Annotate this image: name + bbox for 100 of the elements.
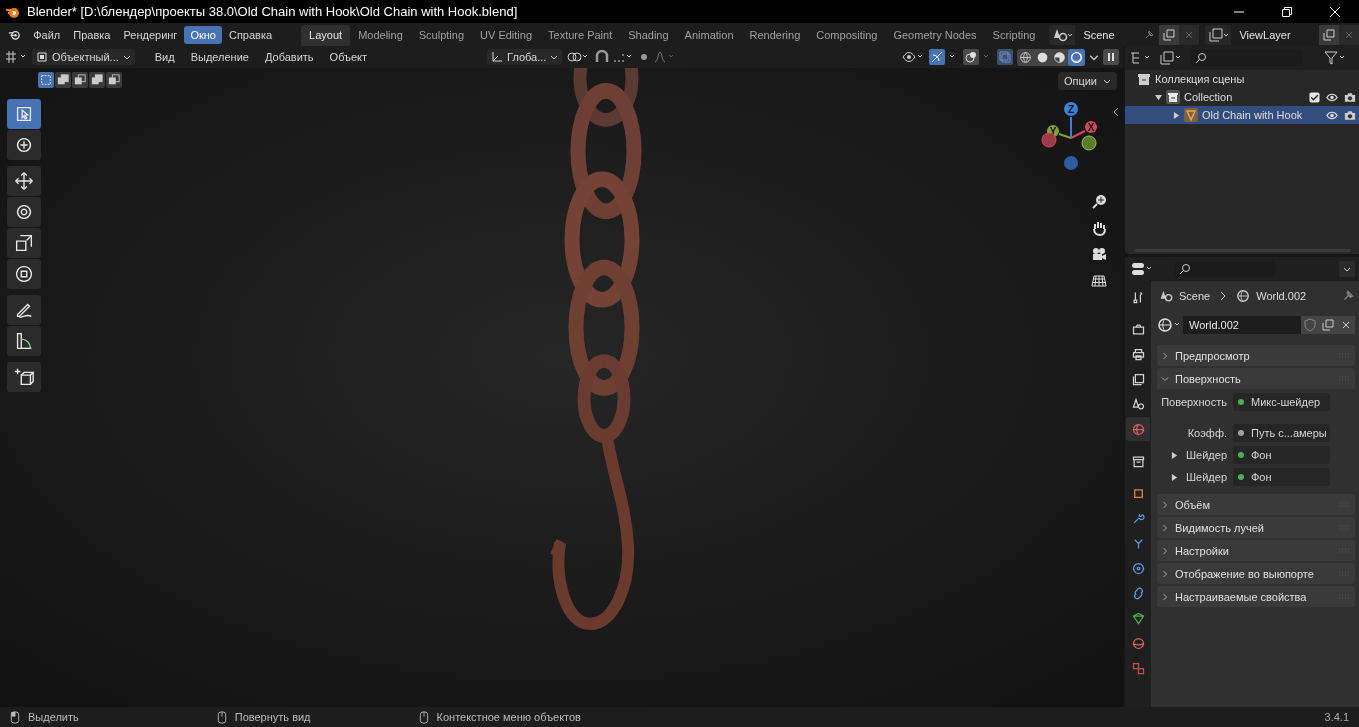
workspace-tab[interactable]: Geometry Nodes <box>885 25 985 46</box>
mode-dropdown[interactable]: Объектный... <box>32 49 135 65</box>
chevron-icon <box>1161 546 1169 555</box>
workspace-tab[interactable]: Sculpting <box>410 25 473 46</box>
field-label: Поверхность <box>1161 396 1227 408</box>
orientation-dropdown[interactable]: Глоба... <box>487 49 563 65</box>
menu-item[interactable]: Вид <box>148 48 181 66</box>
panel-header[interactable]: Видимость лучей <box>1157 517 1355 538</box>
box-icon <box>1166 90 1180 104</box>
add-cube-icon[interactable] <box>7 362 41 392</box>
pause-icon[interactable] <box>1103 49 1119 65</box>
search-icon <box>1179 263 1191 275</box>
menu-item[interactable]: Файл <box>27 25 67 44</box>
expand-arrow-icon[interactable] <box>1171 473 1178 481</box>
view-layer-field[interactable]: ViewLayer <box>1231 24 1319 45</box>
outliner-row[interactable]: Collection <box>1125 88 1359 106</box>
menu-item[interactable]: Справка <box>222 25 279 44</box>
visibility-icon[interactable] <box>901 49 925 65</box>
panel-header[interactable]: Объём <box>1157 494 1355 515</box>
filter-icon[interactable] <box>1323 50 1347 66</box>
pencil-icon[interactable] <box>7 295 41 325</box>
editor-type-icon[interactable] <box>4 49 28 65</box>
grid-icon[interactable] <box>1091 272 1107 288</box>
select-box-icon[interactable] <box>7 99 41 129</box>
zoom-icon[interactable] <box>1091 194 1107 210</box>
expand-arrow-icon[interactable] <box>1173 111 1180 119</box>
box-icon <box>1137 72 1151 86</box>
shader-field[interactable]: Путь с...амеры <box>1233 424 1330 442</box>
checkbox[interactable] <box>1309 91 1320 103</box>
image-stack-icon[interactable] <box>1159 50 1183 66</box>
move-arrows-icon[interactable] <box>7 166 41 196</box>
workspace-tab[interactable]: Rendering <box>741 25 809 46</box>
panel-header[interactable]: Настраиваемые свойства <box>1157 586 1355 607</box>
image-stack-icon[interactable] <box>1207 26 1230 43</box>
cone-sphere-icon <box>1159 289 1173 303</box>
menu-item[interactable]: Рендеринг <box>117 25 184 44</box>
scene-field[interactable]: Scene <box>1075 24 1160 45</box>
menu-item[interactable]: Выделение <box>184 48 255 66</box>
select-mode-icon[interactable] <box>55 72 71 88</box>
search-field[interactable] <box>1175 261 1275 277</box>
pin-icon[interactable] <box>1143 28 1156 41</box>
chevron-icon <box>1219 291 1228 301</box>
workspace-tab[interactable]: Modeling <box>350 25 411 46</box>
eye-icon[interactable] <box>1326 109 1338 121</box>
menu-item[interactable]: Окно <box>184 25 222 44</box>
close-icon[interactable] <box>1337 316 1355 334</box>
eye-icon[interactable] <box>1326 91 1338 103</box>
search-field[interactable] <box>1191 50 1303 66</box>
shading-caret-icon[interactable] <box>1089 52 1099 62</box>
expand-arrow-icon[interactable] <box>1155 93 1162 101</box>
shader-field[interactable]: Фон <box>1233 446 1330 464</box>
breadcrumb-item: Scene <box>1179 290 1211 302</box>
workspace-tab[interactable]: Shading <box>620 25 677 46</box>
rotate-icon[interactable] <box>7 197 41 227</box>
shader-field[interactable]: Фон <box>1233 468 1330 486</box>
outliner-label: Old Chain with Hook <box>1202 109 1303 121</box>
select-mode-icon[interactable] <box>72 72 88 88</box>
status-hint: Повернуть вид <box>234 711 311 723</box>
options-dropdown[interactable]: Опции <box>1057 72 1117 90</box>
workspace-tab[interactable]: Animation <box>676 25 742 46</box>
shader-field[interactable]: Микс-шейдер <box>1233 393 1330 411</box>
menu-item[interactable]: Добавить <box>258 48 320 66</box>
mouse-icon <box>418 710 429 724</box>
ruler-icon[interactable] <box>7 326 41 356</box>
panel-header[interactable]: Предпросмотр <box>1157 345 1355 366</box>
workspace-tab[interactable]: Texture Paint <box>540 25 621 46</box>
axis-gizmo[interactable]: Z Y X <box>1041 100 1105 180</box>
duplicate-icon[interactable] <box>1319 316 1337 334</box>
menu-item[interactable]: Правка <box>67 25 117 44</box>
field-value: Фон <box>1251 471 1272 483</box>
workspace-tab[interactable]: UV Editing <box>472 25 541 46</box>
panel-header[interactable]: Настройки <box>1157 540 1355 561</box>
duplicate-icon[interactable] <box>1159 24 1180 45</box>
workspace-tab[interactable]: Layout <box>301 25 351 46</box>
select-mode-icon[interactable] <box>38 72 54 88</box>
caret-icon <box>550 53 559 61</box>
outliner-row[interactable]: Коллекция сцены <box>1125 70 1359 88</box>
xray-toggle-icon[interactable] <box>997 49 1013 65</box>
status-hint: Контекстное меню объектов <box>436 711 581 723</box>
duplicate-icon[interactable] <box>1319 24 1339 45</box>
workspace-tab[interactable]: Scripting <box>984 25 1044 46</box>
workspace-tab[interactable]: Compositing <box>808 25 886 46</box>
shield-icon[interactable] <box>1301 316 1319 334</box>
crosshair-icon[interactable] <box>7 130 41 160</box>
outliner-row[interactable]: Old Chain with Hook <box>1125 106 1359 124</box>
mesh-icon <box>1184 108 1198 122</box>
menu-item[interactable]: Объект <box>323 48 374 66</box>
transform-icon[interactable] <box>7 259 41 289</box>
panel-header[interactable]: Поверхность <box>1157 368 1355 389</box>
outliner-label: Коллекция сцены <box>1155 73 1245 85</box>
scale-icon[interactable] <box>7 228 41 258</box>
select-mode-icon[interactable] <box>106 72 122 88</box>
search-icon <box>1195 52 1207 64</box>
world-name-field[interactable]: World.002 <box>1183 316 1301 334</box>
hand-icon[interactable] <box>1091 220 1107 236</box>
caret-icon[interactable] <box>1339 261 1355 277</box>
shaded-sphere-icon[interactable] <box>1068 48 1085 66</box>
panel-header[interactable]: Отображение во выюпорте <box>1157 563 1355 584</box>
expand-arrow-icon[interactable] <box>1171 451 1178 459</box>
select-mode-icon[interactable] <box>89 72 105 88</box>
